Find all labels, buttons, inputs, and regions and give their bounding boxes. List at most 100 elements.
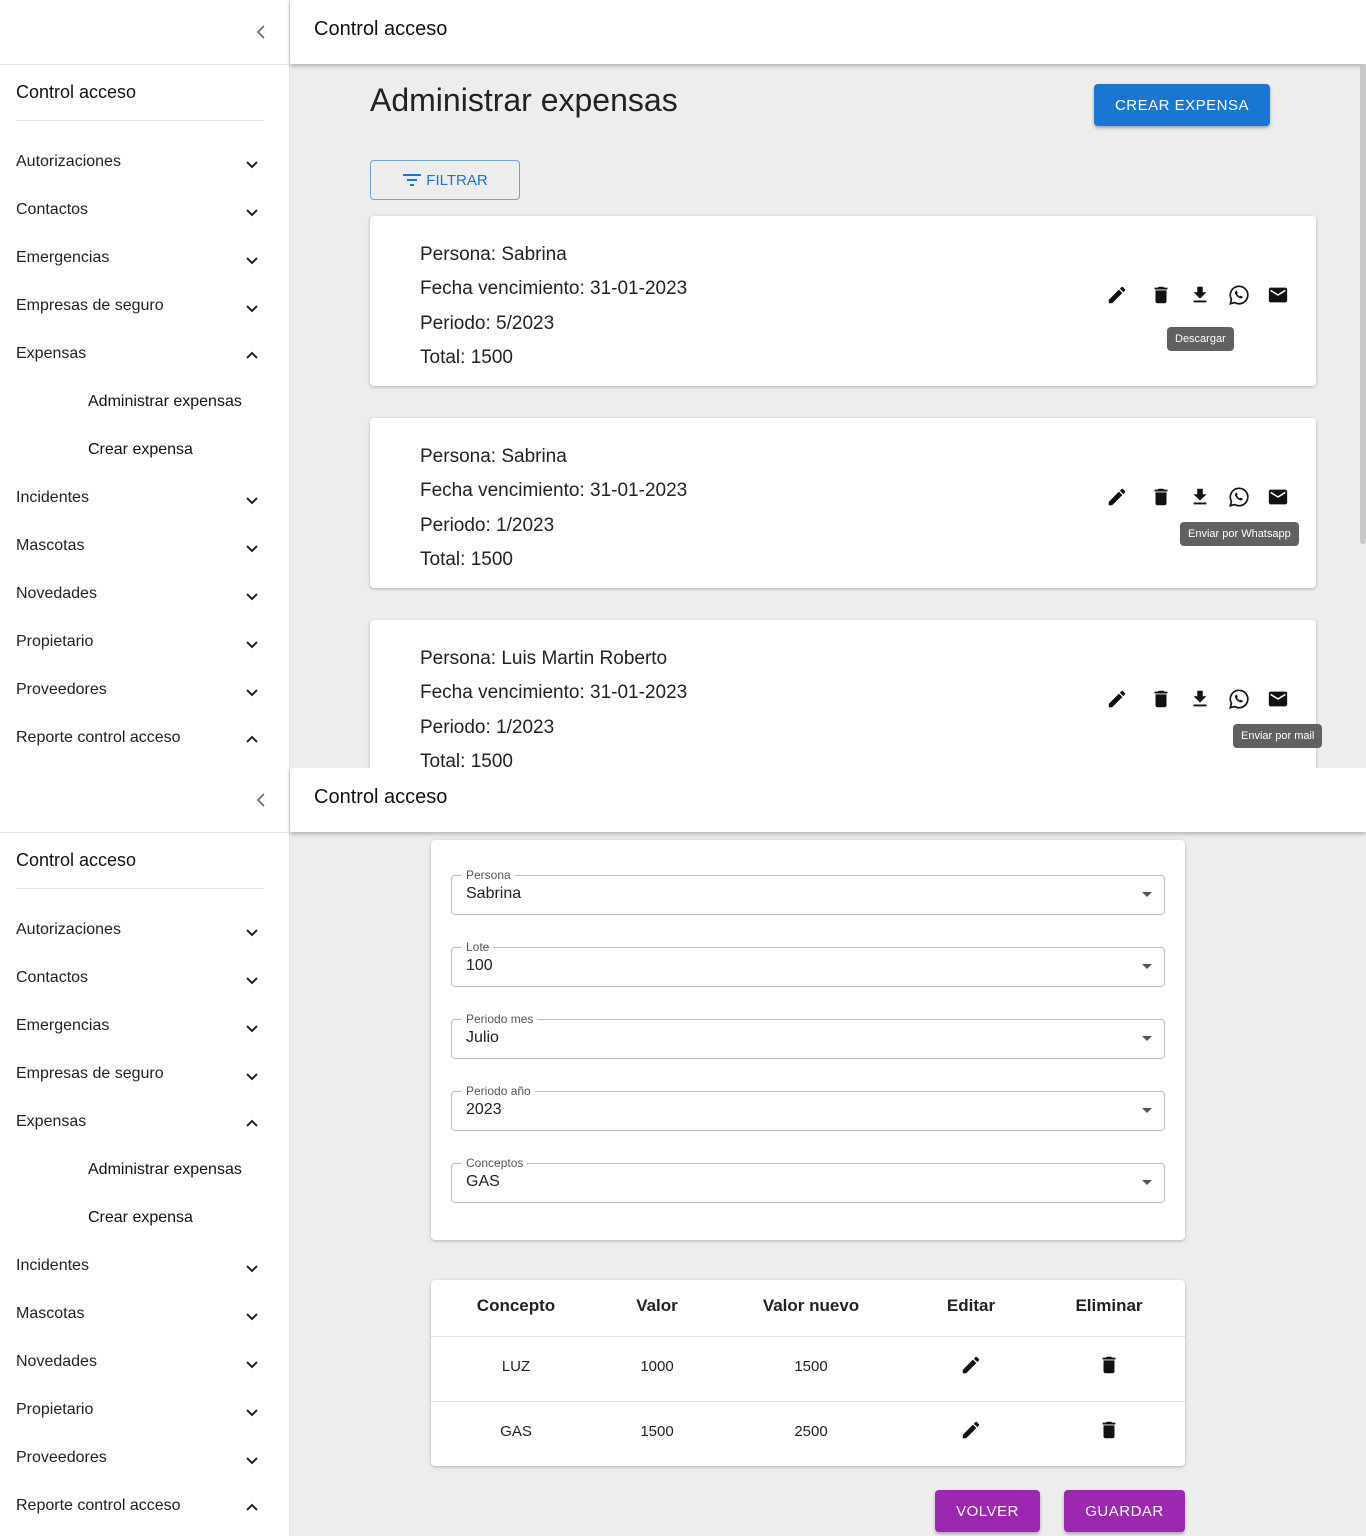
periodo-mes-select[interactable]: Periodo mes Julio (451, 1012, 1165, 1059)
chevron-down-icon (246, 1265, 258, 1273)
periodo-anio-select[interactable]: Periodo año 2023 (451, 1084, 1165, 1131)
field-label: Lote (462, 940, 494, 954)
filter-icon (403, 174, 422, 186)
dropdown-arrow-icon (1142, 1036, 1152, 1041)
whatsapp-icon[interactable] (1226, 484, 1252, 510)
sidebar-item-label: Emergencias (16, 1017, 110, 1034)
chevron-up-icon (246, 351, 258, 359)
table-cell-valor-nuevo: 2500 (794, 1423, 828, 1440)
sidebar-item-incidentes[interactable]: Incidentes (0, 474, 290, 522)
filter-button[interactable]: FILTRAR (370, 160, 520, 200)
field-value: GAS (466, 1173, 500, 1190)
sidebar-item-empresas-de-seguro[interactable]: Empresas de seguro (0, 282, 290, 330)
lote-select[interactable]: Lote 100 (451, 940, 1165, 987)
sidebar-subitem-administrar-expensas[interactable]: Administrar expensas (0, 1146, 290, 1194)
field-value: Julio (466, 1029, 499, 1046)
sidebar-item-contactos[interactable]: Contactos (0, 186, 290, 234)
table-cell-concepto: LUZ (501, 1358, 531, 1375)
sidebar-item-expensas[interactable]: Expensas (0, 1098, 290, 1146)
divider (431, 1336, 1185, 1337)
delete-icon[interactable] (1097, 1418, 1121, 1442)
mail-icon[interactable] (1265, 282, 1291, 308)
sidebar-nav: Autorizaciones Contactos Emergencias Emp… (0, 138, 290, 762)
field-label: Periodo año (462, 1084, 535, 1098)
delete-icon[interactable] (1097, 1353, 1121, 1377)
expensa-fecha: Fecha vencimiento: 31-01-2023 (420, 682, 688, 703)
chevron-down-icon (246, 977, 258, 985)
expensa-fecha: Fecha vencimiento: 31-01-2023 (420, 480, 688, 501)
sidebar-subitem-crear-expensa[interactable]: Crear expensa (0, 426, 290, 474)
back-button[interactable]: VOLVER (935, 1490, 1040, 1532)
divider (0, 832, 290, 833)
sidebar-item-emergencias[interactable]: Emergencias (0, 1002, 290, 1050)
field-value: 2023 (466, 1101, 502, 1118)
create-expensa-button[interactable]: CREAR EXPENSA (1094, 84, 1270, 126)
field-value: Sabrina (466, 885, 522, 902)
app-title: Control acceso (314, 18, 448, 40)
edit-icon[interactable] (1104, 686, 1130, 712)
delete-icon[interactable] (1148, 686, 1174, 712)
expensa-persona: Persona: Sabrina (420, 244, 567, 265)
sidebar-subitem-crear-expensa[interactable]: Crear expensa (0, 1194, 290, 1242)
tooltip-descargar: Descargar (1167, 327, 1234, 351)
table-header-editar: Editar (946, 1296, 996, 1315)
chevron-up-icon (246, 1503, 258, 1511)
sidebar-item-empresas-de-seguro[interactable]: Empresas de seguro (0, 1050, 290, 1098)
sidebar-item-incidentes[interactable]: Incidentes (0, 1242, 290, 1290)
chevron-left-icon[interactable] (250, 20, 272, 44)
app-title: Control acceso (314, 786, 448, 808)
expensa-persona: Persona: Sabrina (420, 446, 567, 467)
sidebar-item-proveedores[interactable]: Proveedores (0, 666, 290, 714)
sidebar-item-label: Novedades (16, 1353, 97, 1370)
expensas-list-screen: Control acceso Autorizaciones Contactos … (0, 0, 1366, 768)
sidebar-item-autorizaciones[interactable]: Autorizaciones (0, 906, 290, 954)
sidebar-item-label: Empresas de seguro (16, 297, 164, 314)
download-icon[interactable] (1187, 686, 1213, 712)
sidebar: Control acceso Autorizaciones Contactos … (0, 0, 290, 768)
conceptos-select[interactable]: Conceptos GAS (451, 1156, 1165, 1203)
download-icon[interactable] (1187, 484, 1213, 510)
conceptos-table: Concepto Valor Valor nuevo Editar Elimin… (431, 1280, 1185, 1466)
chevron-down-icon (246, 497, 258, 505)
sidebar-item-autorizaciones[interactable]: Autorizaciones (0, 138, 290, 186)
sidebar-item-label: Reporte control acceso (16, 1497, 181, 1514)
edit-icon[interactable] (959, 1418, 983, 1442)
sidebar-item-mascotas[interactable]: Mascotas (0, 1290, 290, 1338)
mail-icon[interactable] (1265, 686, 1291, 712)
sidebar-item-novedades[interactable]: Novedades (0, 1338, 290, 1386)
whatsapp-icon[interactable] (1226, 686, 1252, 712)
delete-icon[interactable] (1148, 484, 1174, 510)
expensa-card: Persona: Luis Martin Roberto Fecha venci… (370, 620, 1316, 768)
sidebar-item-novedades[interactable]: Novedades (0, 570, 290, 618)
save-button[interactable]: GUARDAR (1064, 1490, 1185, 1532)
sidebar-item-proveedores[interactable]: Proveedores (0, 1434, 290, 1482)
sidebar-item-contactos[interactable]: Contactos (0, 954, 290, 1002)
chevron-left-icon[interactable] (250, 788, 272, 812)
sidebar-item-emergencias[interactable]: Emergencias (0, 234, 290, 282)
sidebar-subitem-label: Crear expensa (88, 441, 193, 458)
sidebar-item-propietario[interactable]: Propietario (0, 618, 290, 666)
sidebar-item-label: Propietario (16, 1401, 94, 1418)
chevron-down-icon (246, 1073, 258, 1081)
sidebar-item-reporte-control-acceso[interactable]: Reporte control acceso (0, 714, 290, 762)
delete-icon[interactable] (1148, 282, 1174, 308)
edit-icon[interactable] (959, 1353, 983, 1377)
sidebar-item-label: Reporte control acceso (16, 729, 181, 746)
sidebar-item-reporte-control-acceso[interactable]: Reporte control acceso (0, 1482, 290, 1530)
expensa-periodo: Periodo: 1/2023 (420, 717, 555, 738)
scrollbar[interactable] (1360, 64, 1366, 544)
chevron-up-icon (246, 735, 258, 743)
whatsapp-icon[interactable] (1226, 282, 1252, 308)
sidebar-subitem-label: Administrar expensas (88, 393, 242, 410)
mail-icon[interactable] (1265, 484, 1291, 510)
edit-icon[interactable] (1104, 282, 1130, 308)
sidebar-item-expensas[interactable]: Expensas (0, 330, 290, 378)
download-icon[interactable] (1187, 282, 1213, 308)
sidebar-subitem-administrar-expensas[interactable]: Administrar expensas (0, 378, 290, 426)
sidebar-item-propietario[interactable]: Propietario (0, 1386, 290, 1434)
chevron-down-icon (246, 161, 258, 169)
edit-icon[interactable] (1104, 484, 1130, 510)
persona-select[interactable]: Persona Sabrina (451, 868, 1165, 915)
sidebar-item-mascotas[interactable]: Mascotas (0, 522, 290, 570)
sidebar-title: Control acceso (16, 850, 137, 870)
